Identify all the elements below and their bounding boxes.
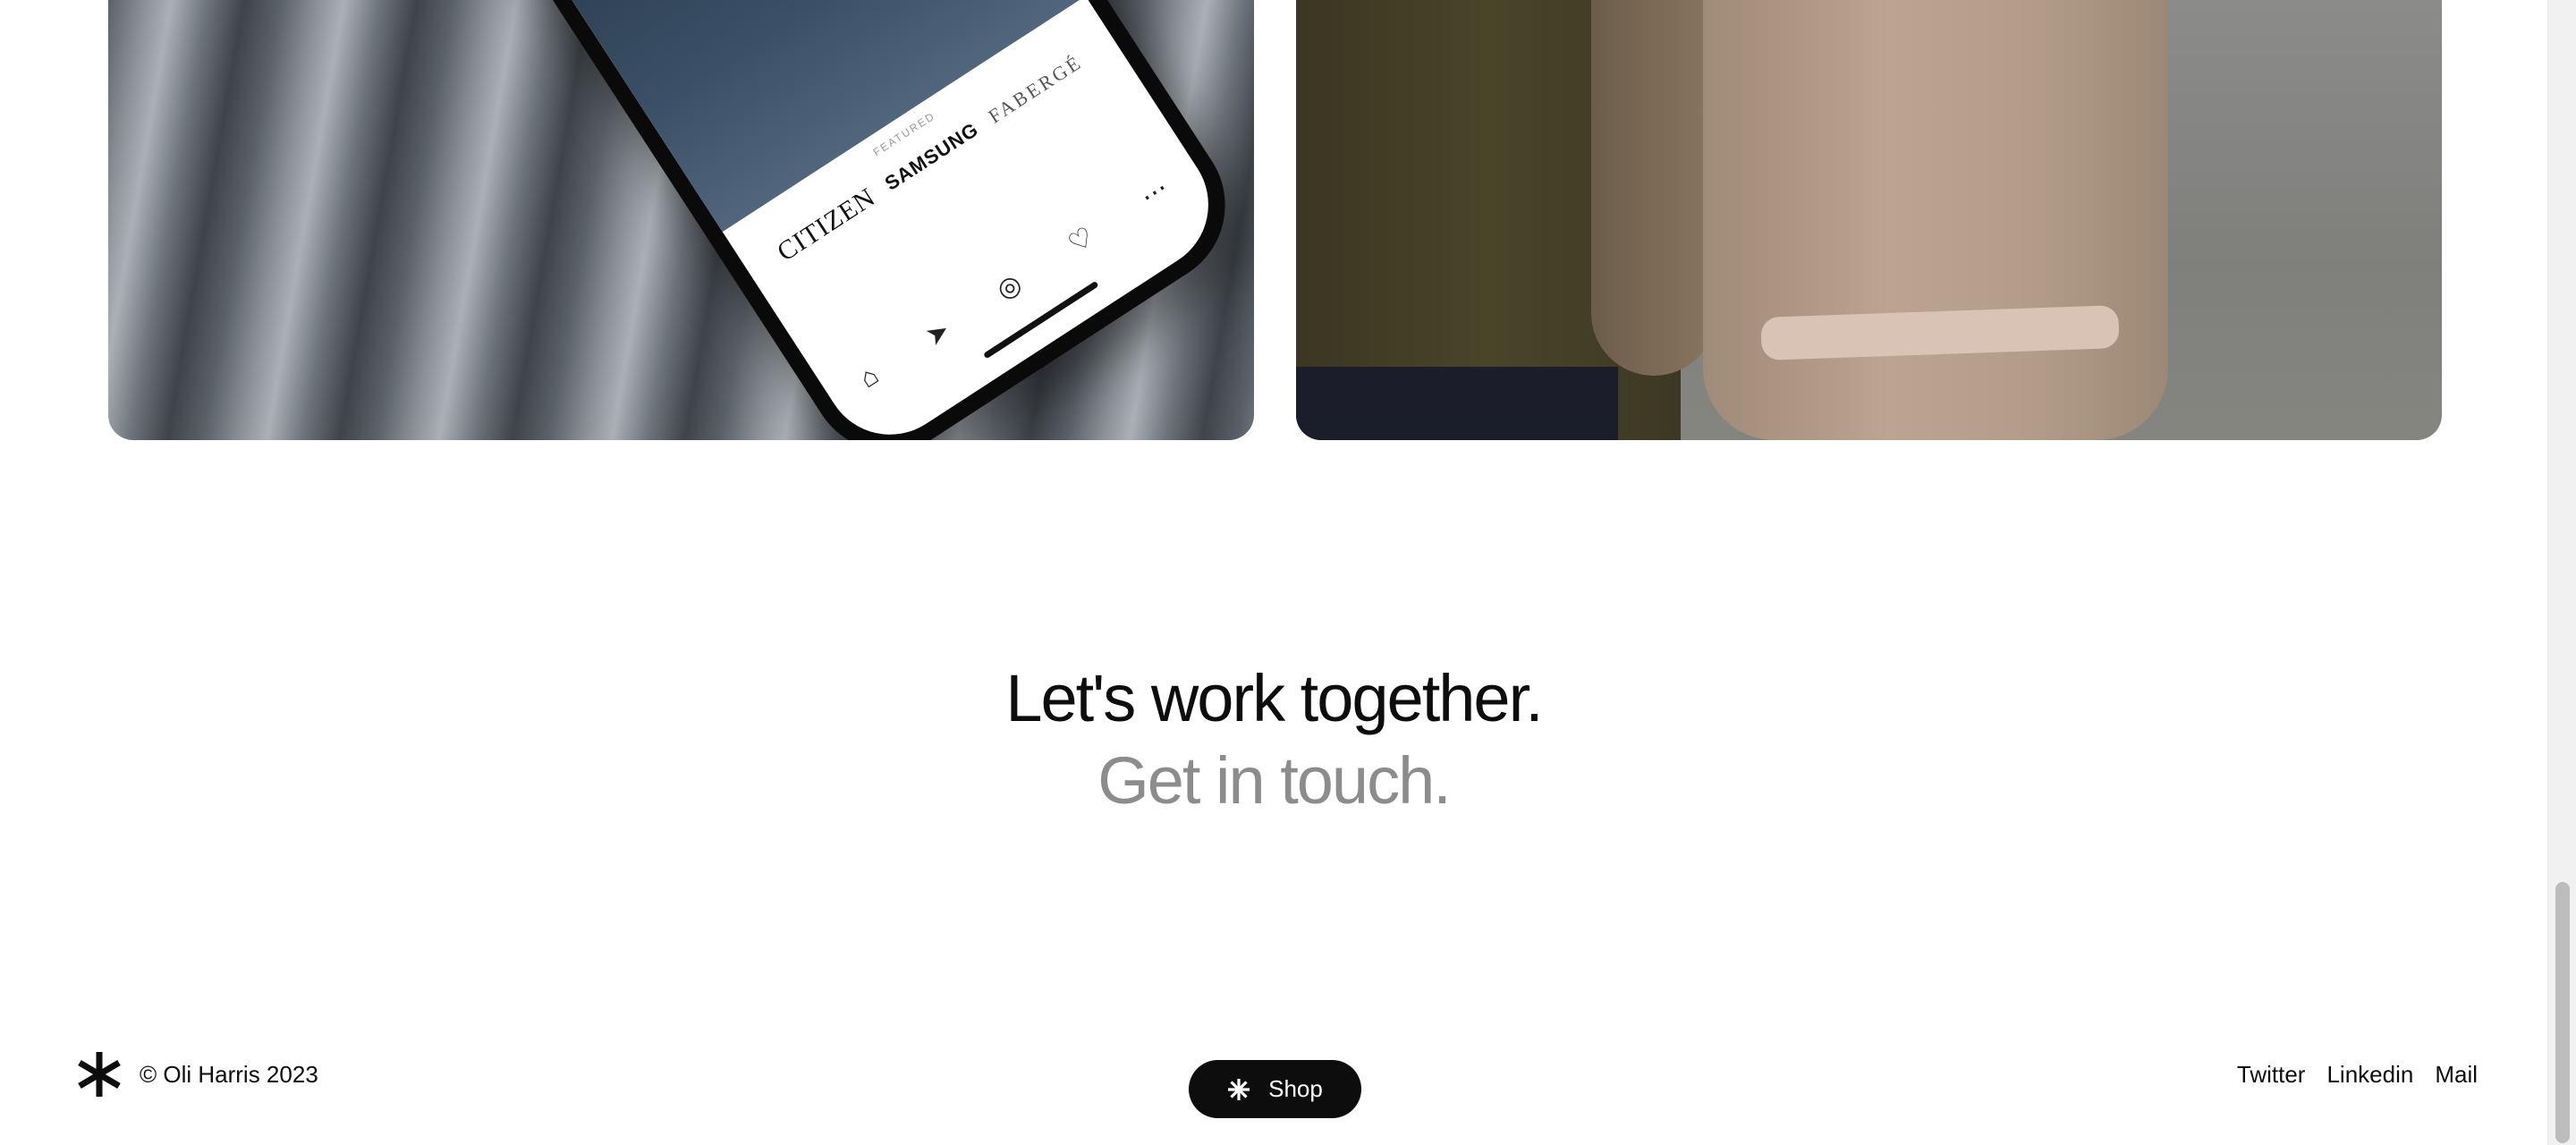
more-icon: ⋯ xyxy=(1135,173,1174,213)
cta-heading: Let's work together. xyxy=(1005,661,1543,735)
scrollbar-thumb[interactable] xyxy=(2555,882,2570,1143)
linkedin-link[interactable]: Linkedin xyxy=(2326,1061,2413,1089)
model-bodysuit xyxy=(1703,0,2168,440)
phone-mockup: FEATURED CITIZEN SAMSUNG FABERGÉ ⌂ ➤ ◎ ♡… xyxy=(427,0,1254,440)
twitter-link[interactable]: Twitter xyxy=(2237,1061,2306,1089)
heart-icon: ♡ xyxy=(1063,221,1100,259)
brand-samsung: SAMSUNG xyxy=(880,117,983,195)
footer-social-links: Twitter Linkedin Mail xyxy=(2237,1061,2478,1089)
project-card-phone-app[interactable]: FEATURED CITIZEN SAMSUNG FABERGÉ ⌂ ➤ ◎ ♡… xyxy=(108,0,1254,440)
project-card-fashion[interactable] xyxy=(1296,0,2442,440)
camera-icon: ◎ xyxy=(991,268,1028,306)
model-arm xyxy=(1591,0,1716,376)
asterisk-logo-icon[interactable] xyxy=(75,1050,123,1098)
navigate-icon: ➤ xyxy=(920,315,956,352)
copyright-text: © Oli Harris 2023 xyxy=(140,1060,318,1088)
model-pants xyxy=(1296,367,1618,440)
get-in-touch-link[interactable]: Get in touch. xyxy=(0,740,2547,822)
footer-brand: © Oli Harris 2023 xyxy=(75,1050,318,1098)
cta-section: Let's work together. Get in touch. xyxy=(0,657,2547,822)
mail-link[interactable]: Mail xyxy=(2435,1061,2478,1089)
phone-tab-bar: ⌂ ➤ ◎ ♡ ⋯ xyxy=(854,173,1174,395)
home-icon: ⌂ xyxy=(854,360,885,394)
brand-citizen: CITIZEN xyxy=(772,182,881,267)
phone-screen: FEATURED CITIZEN SAMSUNG FABERGÉ ⌂ ➤ ◎ ♡… xyxy=(449,0,1234,440)
asterisk-icon xyxy=(1228,1078,1250,1100)
brand-faberge: FABERGÉ xyxy=(984,50,1087,128)
shop-button-label: Shop xyxy=(1268,1075,1323,1102)
shop-button[interactable]: Shop xyxy=(1189,1060,1361,1118)
page: FEATURED CITIZEN SAMSUNG FABERGÉ ⌂ ➤ ◎ ♡… xyxy=(0,0,2576,1145)
scrollbar-track[interactable] xyxy=(2547,0,2576,1145)
